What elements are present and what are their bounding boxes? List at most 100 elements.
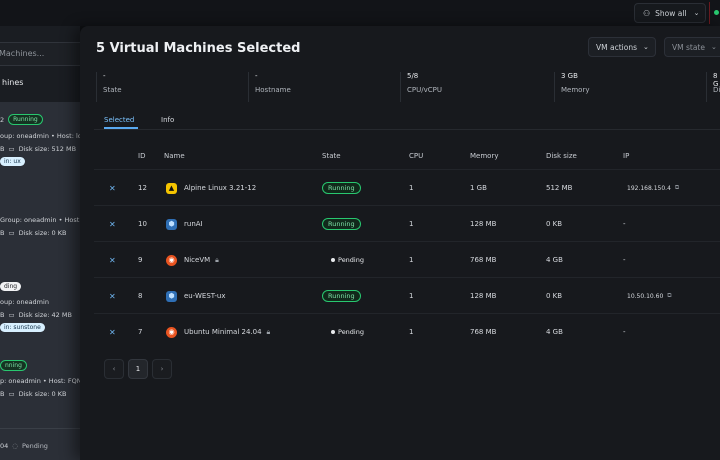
vm-memory: 128 MB <box>470 220 497 228</box>
ubuntu-icon: ◉ <box>166 254 177 266</box>
vm-ip: - <box>623 256 626 264</box>
vm-cpu: 1 <box>409 256 414 264</box>
stat-value: 8 G <box>713 72 719 88</box>
stat-label: Hostname <box>255 86 291 94</box>
chevron-down-icon: ⌄ <box>711 43 717 51</box>
deselect-x-icon[interactable]: ✕ <box>109 292 116 301</box>
lock-icon: 🔒︎ <box>266 327 271 336</box>
selection-panel: 5 Virtual Machines Selected VM actions ⌄… <box>80 26 720 460</box>
list-item-labels: in: sunstone <box>0 323 45 332</box>
stat-value: 3 GB <box>561 72 578 80</box>
vm-disk-size: 4 GB <box>546 328 563 336</box>
page-1-button[interactable]: 1 <box>128 359 148 379</box>
deselect-x-icon[interactable]: ✕ <box>109 328 116 337</box>
table-header: ID Name State CPU Memory Disk size IP <box>94 141 720 169</box>
table-row[interactable]: ✕ 9 ◉ NiceVM 🔒︎ Pending 1 768 MB 4 GB - <box>94 241 720 277</box>
column-header-state[interactable]: State <box>322 152 341 160</box>
stat-value: - <box>103 72 106 80</box>
linux-icon: ▲ <box>166 182 177 194</box>
status-text: Pending <box>21 442 48 450</box>
vm-list-sidebar: Machines... hines 2 Running oup: oneadmi… <box>0 26 80 460</box>
stat-disks: 8 G Disks <box>706 72 720 102</box>
hexagon-icon: ⬢ <box>166 290 177 302</box>
users-icon: ⚇ <box>643 8 651 18</box>
tab-bar: Selected Info <box>94 114 720 130</box>
vm-memory: 768 MB <box>470 328 497 336</box>
vm-id: 8 <box>138 292 143 300</box>
deselect-x-icon[interactable]: ✕ <box>109 256 116 265</box>
divider <box>0 428 80 429</box>
sidebar-section-title: hines <box>2 78 24 87</box>
list-item-meta: oup: oneadmin • Host: local <box>0 132 80 140</box>
vm-id: 10 <box>138 220 147 228</box>
stat-label: CPU/vCPU <box>407 86 442 94</box>
status-dot-icon <box>714 10 719 15</box>
stat-label: Memory <box>561 86 590 94</box>
vm-disk-size: 512 MB <box>546 184 573 192</box>
next-page-button[interactable]: › <box>152 359 172 379</box>
search-input[interactable]: Machines... <box>0 42 80 66</box>
list-item[interactable]: ding <box>0 282 22 291</box>
tab-selected[interactable]: Selected <box>104 116 134 124</box>
column-header-disk-size[interactable]: Disk size <box>546 152 577 160</box>
table-row[interactable]: ✕ 7 ◉ Ubuntu Minimal 24.04 🔒︎ Pending 1 … <box>94 313 720 349</box>
tab-info[interactable]: Info <box>161 116 174 124</box>
list-item-meta: B ▭ Disk size: 512 MB <box>0 145 77 153</box>
vm-name: NiceVM <box>184 256 211 264</box>
vm-ip: 192.168.150.4 <box>627 184 671 192</box>
status-badge: Running <box>322 218 361 230</box>
table-row[interactable]: ✕ 10 ⬢ runAI Running 1 128 MB 0 KB - <box>94 205 720 241</box>
table-row[interactable]: ✕ 12 ▲ Alpine Linux 3.21-12 Running 1 1 … <box>94 169 720 205</box>
vm-name: Alpine Linux 3.21-12 <box>184 184 257 192</box>
column-header-ip[interactable]: IP <box>623 152 629 160</box>
vm-memory: 128 MB <box>470 292 497 300</box>
vm-cpu: 1 <box>409 184 414 192</box>
list-item[interactable]: 2 Running <box>0 114 43 125</box>
column-header-id[interactable]: ID <box>138 152 145 160</box>
vm-disk-size: 0 KB <box>546 220 563 228</box>
divider <box>709 2 710 24</box>
vm-memory: 1 GB <box>470 184 487 192</box>
page-title: 5 Virtual Machines Selected <box>96 41 301 56</box>
disk-icon: ▭ <box>8 229 15 237</box>
column-header-cpu[interactable]: CPU <box>409 152 423 160</box>
top-bar: ⚇ Show all ⌄ <box>0 0 720 26</box>
copy-icon[interactable]: ⧉ <box>667 292 671 300</box>
deselect-x-icon[interactable]: ✕ <box>109 220 116 229</box>
vm-table: ID Name State CPU Memory Disk size IP ✕ … <box>94 141 720 349</box>
lock-icon: 🔒︎ <box>215 255 219 264</box>
vm-cpu: 1 <box>409 292 414 300</box>
stat-label: Disks <box>713 86 720 94</box>
disk-icon: ▭ <box>8 311 15 319</box>
column-header-memory[interactable]: Memory <box>470 152 498 160</box>
pagination: ‹ 1 › <box>104 359 172 379</box>
disk-icon: ▭ <box>8 145 15 153</box>
vm-disk-size: 0 KB <box>546 292 563 300</box>
list-item-meta: B ▭ Disk size: 0 KB <box>0 229 67 237</box>
list-item[interactable]: 04 ◌ Pending <box>0 442 48 450</box>
status-badge: ding <box>0 282 22 291</box>
stat-state: - State <box>96 72 246 102</box>
list-item-meta: p: oneadmin • Host: FQNO <box>0 377 80 385</box>
show-all-button[interactable]: ⚇ Show all ⌄ <box>634 3 706 23</box>
stat-cpu: 5/8 CPU/vCPU <box>400 72 550 102</box>
list-item[interactable]: nning <box>0 360 27 371</box>
chevron-down-icon: ⌄ <box>693 9 700 17</box>
status-badge: Running <box>322 182 361 194</box>
label-badge: in: ux <box>0 157 25 166</box>
vm-cpu: 1 <box>409 220 414 228</box>
stat-value: - <box>255 72 258 80</box>
vm-name: eu-WEST-ux <box>184 292 226 300</box>
show-all-label: Show all <box>655 8 687 18</box>
vm-memory: 768 MB <box>470 256 497 264</box>
vm-list[interactable]: 2 Running oup: oneadmin • Host: local B … <box>0 102 80 460</box>
vm-actions-button[interactable]: VM actions ⌄ <box>588 37 656 57</box>
vm-ip: - <box>623 220 626 228</box>
vm-state-button[interactable]: VM state ⌄ <box>664 37 720 57</box>
prev-page-button[interactable]: ‹ <box>104 359 124 379</box>
deselect-x-icon[interactable]: ✕ <box>109 184 116 193</box>
vm-cpu: 1 <box>409 328 414 336</box>
column-header-name[interactable]: Name <box>164 152 185 160</box>
table-row[interactable]: ✕ 8 ⬢ eu-WEST-ux Running 1 128 MB 0 KB 1… <box>94 277 720 313</box>
copy-icon[interactable]: ⧉ <box>675 184 679 192</box>
